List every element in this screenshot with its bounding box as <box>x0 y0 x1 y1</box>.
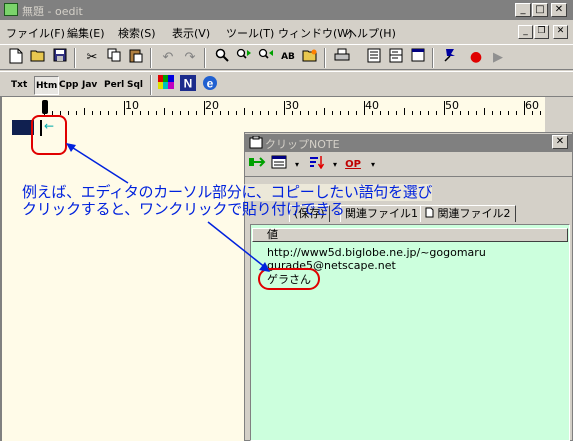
arrow-head-cursor <box>66 143 76 152</box>
annotation-line-2: クリックすると、ワンクリックで貼り付けできる <box>22 200 345 218</box>
annotation-line-1: 例えば、エディタのカーソル部分に、コピーしたい語句を選び <box>22 183 433 201</box>
annotation-arrows <box>66 143 270 272</box>
arrow-to-cursor <box>69 145 129 184</box>
arrow-to-item <box>207 221 267 269</box>
